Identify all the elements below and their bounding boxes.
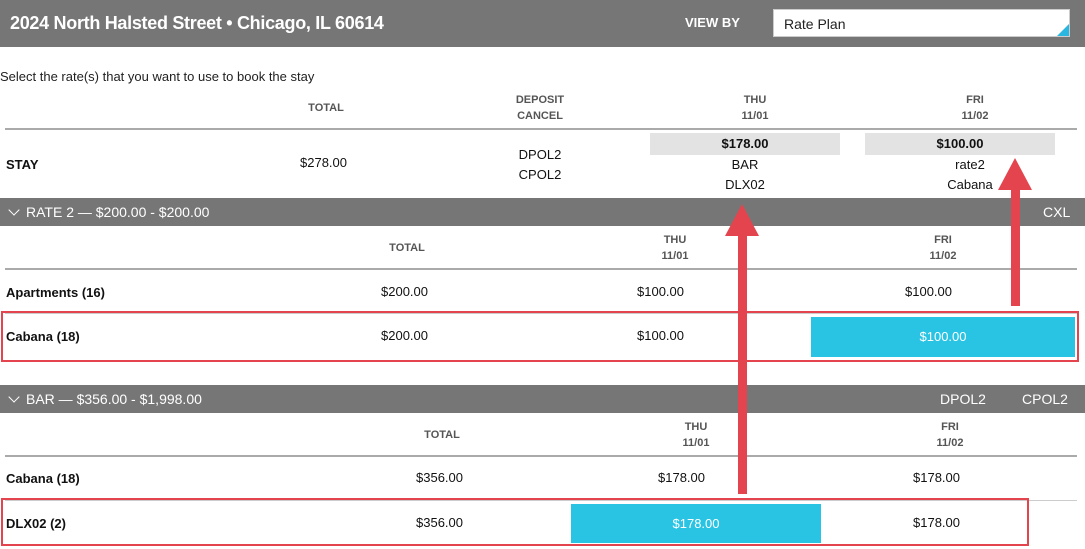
annotation-arrows (725, 158, 1032, 494)
arrow-up-icon-fri (998, 158, 1032, 306)
arrow-up-icon-thu (725, 204, 759, 494)
